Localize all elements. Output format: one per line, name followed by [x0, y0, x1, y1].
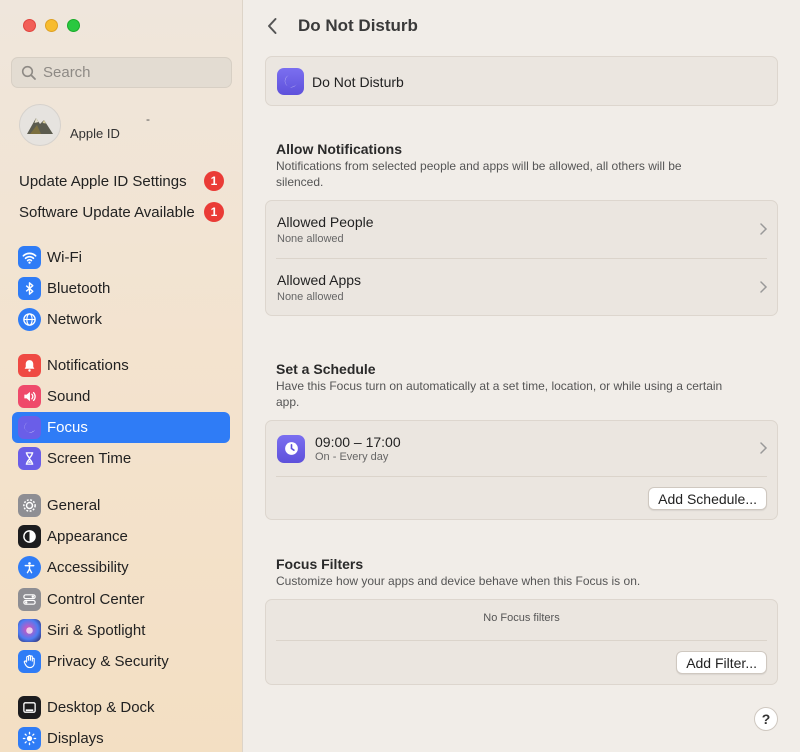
hand-icon	[18, 650, 41, 673]
control-center-icon	[18, 588, 41, 611]
row-title: Allowed People	[277, 214, 374, 230]
close-window-button[interactable]	[23, 19, 36, 32]
divider	[276, 640, 767, 641]
sidebar-item-label: Focus	[47, 419, 88, 436]
schedule-time: 09:00 – 17:00	[315, 434, 401, 450]
sidebar-item-label: Siri & Spotlight	[47, 622, 146, 639]
sidebar-item-label: Appearance	[47, 528, 128, 545]
gear-icon	[18, 494, 41, 517]
focus-mode-card: Do Not Disturb	[265, 56, 778, 106]
set-schedule-title: Set a Schedule	[276, 361, 376, 377]
minimize-window-button[interactable]	[45, 19, 58, 32]
search-field[interactable]	[11, 57, 232, 88]
focus-icon	[18, 416, 41, 439]
alert-badge: 1	[204, 202, 224, 222]
chevron-right-icon	[760, 281, 768, 293]
window-controls	[23, 19, 80, 32]
row-subtitle: None allowed	[277, 291, 344, 303]
sidebar-item-label: Screen Time	[47, 450, 132, 467]
allowed-apps-row[interactable]: Allowed Apps None allowed	[266, 259, 777, 316]
sidebar-item-label: Displays	[47, 730, 104, 747]
allow-notifications-title: Allow Notifications	[276, 141, 402, 157]
avatar	[19, 104, 61, 146]
add-filter-button[interactable]: Add Filter...	[676, 651, 767, 674]
add-schedule-button[interactable]: Add Schedule...	[648, 487, 767, 510]
sidebar-item-label: Control Center	[47, 591, 145, 608]
sidebar-item-label: Desktop & Dock	[47, 699, 155, 716]
update-apple-id-settings-item[interactable]: Update Apple ID Settings 1	[19, 169, 224, 193]
sidebar-item-appearance[interactable]: Appearance	[12, 521, 230, 552]
apple-id-label: Apple ID	[70, 125, 120, 141]
sidebar-item-label: Accessibility	[47, 559, 129, 576]
sidebar-item-label: Privacy & Security	[47, 653, 169, 670]
apple-id-account[interactable]: Apple ID	[19, 104, 120, 146]
sidebar-item-wifi[interactable]: Wi-Fi	[12, 242, 230, 273]
sidebar-item-displays[interactable]: Displays	[12, 723, 230, 752]
focus-mode-name: Do Not Disturb	[312, 74, 404, 90]
alert-badge: 1	[204, 171, 224, 191]
main-pane: Do Not Disturb Do Not Disturb Allow Noti…	[244, 0, 800, 752]
hourglass-icon	[18, 447, 41, 470]
schedule-entry-row[interactable]: 09:00 – 17:00 On - Every day	[266, 421, 777, 476]
sidebar-item-control-center[interactable]: Control Center	[12, 584, 230, 615]
focus-filters-desc: Customize how your apps and device behav…	[276, 574, 641, 588]
displays-icon	[18, 727, 41, 750]
focus-filters-title: Focus Filters	[276, 556, 364, 572]
sidebar-item-label: Network	[47, 311, 103, 328]
divider	[276, 476, 767, 477]
page-title: Do Not Disturb	[298, 16, 418, 35]
alert-label: Software Update Available	[19, 203, 195, 221]
sidebar-item-label: Bluetooth	[47, 280, 111, 297]
sidebar-item-desktop-dock[interactable]: Desktop & Dock	[12, 692, 230, 723]
appearance-icon	[18, 525, 41, 548]
account-name-dash: -	[146, 112, 150, 126]
focus-filters-card: No Focus filters Add Filter...	[265, 599, 778, 685]
sound-icon	[18, 385, 41, 408]
set-schedule-desc: Have this Focus turn on automatically at…	[276, 379, 723, 409]
sidebar-item-notifications[interactable]: Notifications	[12, 350, 230, 381]
search-input[interactable]	[43, 64, 223, 81]
sidebar-item-label: Sound	[47, 388, 91, 405]
wifi-icon	[18, 246, 41, 269]
sidebar-item-label: Wi-Fi	[47, 249, 82, 266]
software-update-available-item[interactable]: Software Update Available 1	[19, 200, 224, 224]
dock-icon	[18, 696, 41, 719]
zoom-window-button[interactable]	[67, 19, 80, 32]
chevron-right-icon	[760, 442, 768, 454]
sidebar-item-accessibility[interactable]: Accessibility	[12, 552, 230, 583]
sidebar-item-label: General	[47, 497, 101, 514]
sidebar-item-privacy-security[interactable]: Privacy & Security	[12, 646, 230, 677]
network-icon	[18, 308, 41, 331]
accessibility-icon	[18, 556, 41, 579]
clock-icon	[277, 434, 305, 463]
mountain-avatar-icon	[27, 118, 53, 134]
no-focus-filters-text: No Focus filters	[483, 612, 560, 624]
bluetooth-icon	[18, 277, 41, 300]
allow-notifications-card: Allowed People None allowed Allowed Apps…	[265, 200, 778, 316]
sidebar-item-sound[interactable]: Sound	[12, 381, 230, 412]
sidebar-item-screen-time[interactable]: Screen Time	[12, 443, 230, 474]
back-button[interactable]	[262, 14, 282, 38]
siri-icon	[18, 619, 41, 642]
sidebar: Apple ID - Update Apple ID Settings 1 So…	[0, 0, 243, 752]
sidebar-item-general[interactable]: General	[12, 490, 230, 521]
schedule-card: 09:00 – 17:00 On - Every day Add Schedul…	[265, 420, 778, 520]
sidebar-item-focus[interactable]: Focus	[12, 412, 230, 443]
row-title: Allowed Apps	[277, 272, 362, 288]
allowed-people-row[interactable]: Allowed People None allowed	[266, 201, 777, 258]
sidebar-item-network[interactable]: Network	[12, 304, 230, 335]
sidebar-item-label: Notifications	[47, 357, 129, 374]
sidebar-item-bluetooth[interactable]: Bluetooth	[12, 273, 230, 304]
allow-notifications-desc: Notifications from selected people and a…	[276, 159, 682, 189]
chevron-right-icon	[760, 223, 768, 235]
moon-icon	[277, 68, 304, 95]
chevron-left-icon	[268, 18, 277, 34]
search-icon	[21, 65, 36, 80]
row-subtitle: None allowed	[277, 233, 344, 245]
help-button[interactable]: ?	[754, 707, 778, 731]
sidebar-item-siri-spotlight[interactable]: Siri & Spotlight	[12, 615, 230, 646]
schedule-days: On - Every day	[315, 451, 389, 463]
alert-label: Update Apple ID Settings	[19, 172, 187, 190]
notifications-icon	[18, 354, 41, 377]
